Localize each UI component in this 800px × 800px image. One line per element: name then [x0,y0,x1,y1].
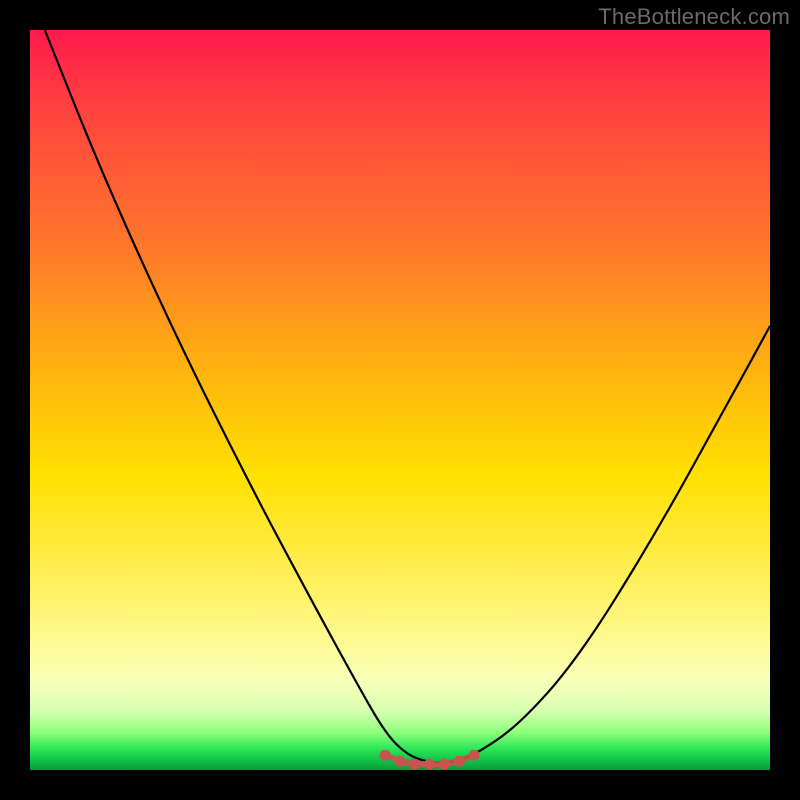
chart-frame: TheBottleneck.com [0,0,800,800]
marker-dot [469,750,480,761]
bottleneck-curve [45,30,770,763]
plot-area [30,30,770,770]
curve-layer [30,30,770,770]
marker-dot [439,759,450,770]
marker-dot [409,759,420,770]
attribution-text: TheBottleneck.com [598,4,790,30]
marker-dot [454,756,465,767]
marker-dot [395,756,406,767]
marker-dot [380,750,391,761]
marker-dot [424,759,435,770]
bottleneck-minimum-markers [380,750,480,770]
